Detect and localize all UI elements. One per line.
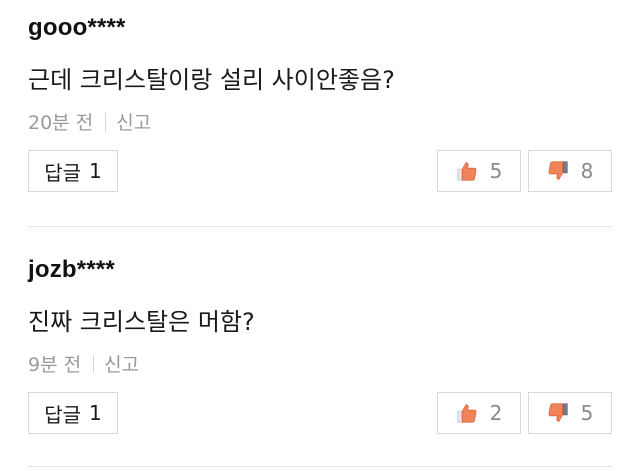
comment-divider — [28, 226, 612, 227]
like-button[interactable]: 5 — [437, 150, 521, 192]
comment-username: jozb**** — [28, 256, 115, 283]
comment-divider — [28, 466, 612, 467]
dislike-count: 5 — [580, 401, 594, 425]
report-link[interactable]: 신고 — [116, 108, 151, 135]
comment-meta: 9분 전 신고 — [28, 350, 139, 377]
comment-time: 9분 전 — [28, 354, 82, 376]
comment-text: 근데 크리스탈이랑 설리 사이안좋음? — [28, 66, 395, 94]
like-count: 2 — [489, 401, 503, 425]
reply-label: 답글 — [44, 402, 82, 427]
comment-username: gooo**** — [28, 14, 126, 41]
meta-divider — [105, 112, 107, 131]
report-link[interactable]: 신고 — [104, 350, 139, 377]
thumbs-up-icon — [457, 404, 477, 423]
like-count: 5 — [489, 159, 503, 183]
comment-time: 20분 전 — [28, 112, 94, 134]
reply-button[interactable]: 답글 1 — [28, 150, 118, 192]
meta-divider — [93, 354, 95, 373]
reply-button[interactable]: 답글 1 — [28, 392, 118, 434]
thumbs-down-icon — [548, 403, 568, 422]
reply-count: 1 — [89, 159, 102, 183]
reply-label: 답글 — [44, 160, 82, 185]
comment-text: 진짜 크리스탈은 머함? — [28, 308, 255, 336]
dislike-button[interactable]: 5 — [528, 392, 612, 434]
like-button[interactable]: 2 — [437, 392, 521, 434]
thumbs-up-icon — [457, 162, 477, 181]
reply-count: 1 — [89, 401, 102, 425]
dislike-count: 8 — [580, 159, 594, 183]
thumbs-down-icon — [548, 161, 568, 180]
comment-meta: 20분 전 신고 — [28, 108, 151, 135]
dislike-button[interactable]: 8 — [528, 150, 612, 192]
